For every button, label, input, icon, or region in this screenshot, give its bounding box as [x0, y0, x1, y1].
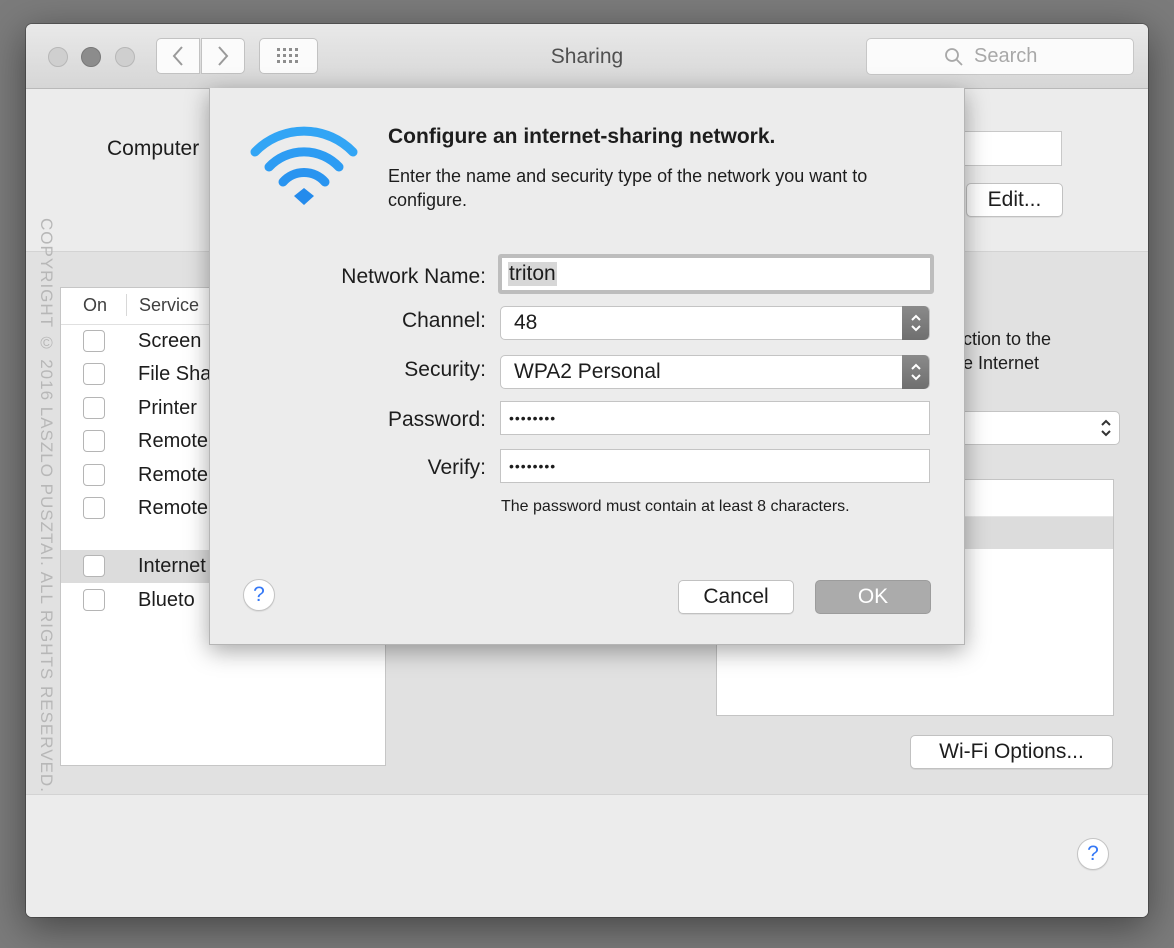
- service-label: File Sha: [138, 363, 212, 385]
- verify-label: Verify:: [427, 456, 486, 479]
- service-label: Screen: [138, 330, 202, 352]
- service-label: Printer: [138, 397, 197, 419]
- sheet-title: Configure an internet-sharing network.: [388, 125, 776, 148]
- network-name-label: Network Name:: [341, 265, 486, 288]
- verify-field[interactable]: ••••••••: [500, 449, 930, 483]
- copyright-watermark: COPYRIGHT © 2016 LASZLO PUSZTAI. ALL RIG…: [37, 218, 56, 793]
- service-label: Remote: [138, 430, 209, 452]
- password-label: Password:: [387, 408, 486, 431]
- verify-value: ••••••••: [509, 458, 557, 474]
- search-icon: [945, 47, 963, 66]
- security-value: WPA2 Personal: [514, 360, 661, 383]
- network-name-field[interactable]: triton: [498, 254, 934, 294]
- service-checkbox[interactable]: [83, 430, 105, 452]
- service-checkbox[interactable]: [83, 397, 105, 419]
- configure-network-sheet: Configure an internet-sharing network. E…: [209, 88, 965, 645]
- wifi-options-button[interactable]: Wi-Fi Options...: [910, 735, 1113, 769]
- password-field[interactable]: ••••••••: [500, 401, 930, 435]
- password-hint: The password must contain at least 8 cha…: [501, 498, 850, 515]
- help-button[interactable]: ?: [1077, 838, 1109, 870]
- computer-name-field[interactable]: [956, 131, 1062, 166]
- channel-label: Channel:: [401, 309, 486, 332]
- channel-popup[interactable]: 48: [500, 306, 930, 340]
- password-value: ••••••••: [509, 410, 557, 426]
- service-label: Internet: [138, 555, 206, 577]
- cancel-button[interactable]: Cancel: [678, 580, 794, 614]
- sheet-help-button[interactable]: ?: [243, 579, 275, 611]
- popup-arrows-icon: [1099, 417, 1113, 444]
- service-checkbox[interactable]: [83, 464, 105, 486]
- sharing-description-line1: ction to the: [963, 329, 1052, 349]
- network-name-value: triton: [508, 262, 557, 286]
- search-field[interactable]: [866, 38, 1134, 75]
- service-label: Blueto: [138, 589, 195, 611]
- service-checkbox[interactable]: [83, 497, 105, 519]
- column-divider: [126, 294, 127, 316]
- search-input[interactable]: [972, 44, 1056, 69]
- wifi-icon: [250, 126, 358, 205]
- security-label: Security:: [404, 358, 486, 381]
- title-bar: Sharing: [26, 24, 1148, 89]
- computer-name-label: Computer: [107, 137, 200, 160]
- service-label: Remote: [138, 464, 209, 486]
- service-checkbox[interactable]: [83, 330, 105, 352]
- service-checkbox[interactable]: [83, 589, 105, 611]
- service-label: Remote: [138, 497, 209, 519]
- channel-value: 48: [514, 311, 538, 334]
- sheet-description: Enter the name and security type of the …: [388, 166, 868, 210]
- column-header-on[interactable]: On: [83, 295, 107, 316]
- bottom-section: [26, 795, 1148, 917]
- service-checkbox[interactable]: [83, 363, 105, 385]
- edit-button[interactable]: Edit...: [966, 183, 1063, 217]
- security-popup[interactable]: WPA2 Personal: [500, 355, 930, 389]
- column-header-service[interactable]: Service: [139, 295, 199, 316]
- ok-button[interactable]: OK: [815, 580, 931, 614]
- sharing-description-line2: e Internet: [963, 353, 1040, 373]
- popup-arrows-icon: [902, 306, 929, 340]
- service-checkbox[interactable]: [83, 555, 105, 577]
- popup-arrows-icon: [902, 355, 929, 389]
